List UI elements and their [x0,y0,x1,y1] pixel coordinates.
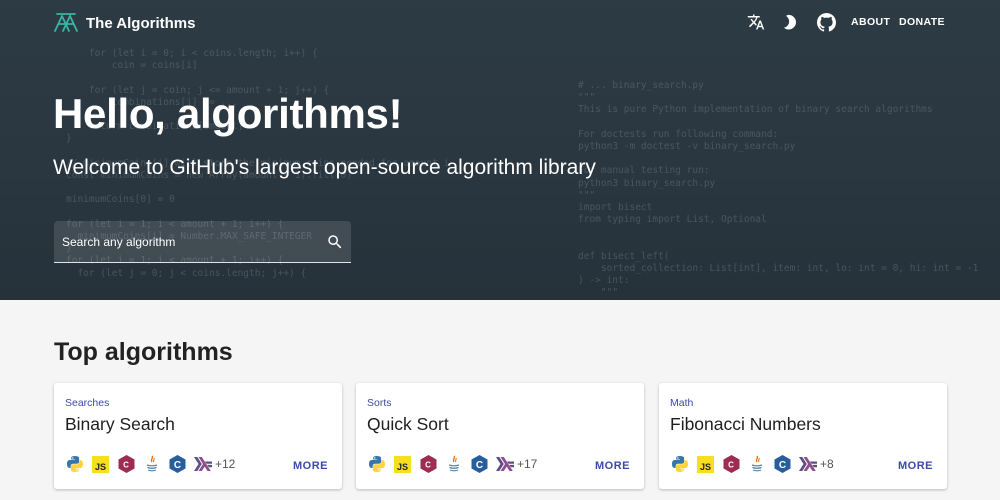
python-icon[interactable] [671,455,689,473]
algorithm-card-fibonacci[interactable]: Math Fibonacci Numbers JS C C +8 MORE [659,383,947,489]
brand-name[interactable]: The Algorithms [86,15,195,32]
svg-text:JS: JS [95,462,106,472]
more-button[interactable]: MORE [898,460,933,472]
nav-about[interactable]: ABOUT [851,16,890,28]
haskell-icon[interactable] [193,455,212,473]
svg-text:C: C [425,461,431,470]
java-icon[interactable] [445,455,463,473]
cplusplus-icon[interactable]: C [722,455,740,473]
svg-text:C: C [123,461,129,470]
python-icon[interactable] [368,455,386,473]
haskell-icon[interactable] [495,455,514,473]
language-more-count: +12 [215,457,236,471]
card-title[interactable]: Fibonacci Numbers [670,414,821,435]
language-list: JS C C +8 [671,454,834,474]
svg-text:JS: JS [700,462,711,472]
svg-text:C: C [728,461,734,470]
language-more-count: +8 [820,457,834,471]
hero-subtitle: Welcome to GitHub's largest open-source … [53,156,596,179]
more-button[interactable]: MORE [595,460,630,472]
java-icon[interactable] [748,455,766,473]
search-input[interactable] [62,233,312,251]
hero-section: for (let i = 0; i < coins.length; i++) {… [0,0,1000,300]
java-icon[interactable] [143,455,161,473]
github-icon[interactable] [816,12,836,32]
card-category[interactable]: Searches [65,397,109,409]
haskell-icon[interactable] [798,455,817,473]
more-button[interactable]: MORE [293,460,328,472]
javascript-icon[interactable]: JS [394,455,412,473]
card-category[interactable]: Math [670,397,693,409]
language-more-count: +17 [517,457,538,471]
card-category[interactable]: Sorts [367,397,392,409]
cplusplus-icon[interactable]: C [117,455,135,473]
svg-text:JS: JS [397,462,408,472]
svg-text:C: C [778,460,785,471]
the-algorithms-logo[interactable] [54,12,78,32]
c-icon[interactable]: C [773,455,791,473]
algorithm-card-quick-sort[interactable]: Sorts Quick Sort JS C C +17 MORE [356,383,644,489]
svg-text:C: C [475,460,482,471]
background-code-decoration-2: # ... binary_search.py """ This is pure … [578,80,979,299]
python-icon[interactable] [66,455,84,473]
language-list: JS C C +17 [368,454,537,474]
card-title[interactable]: Binary Search [65,414,175,435]
search-icon[interactable] [326,233,344,251]
search-box[interactable] [54,221,351,263]
javascript-icon[interactable]: JS [697,455,715,473]
top-algorithms-heading: Top algorithms [54,338,233,366]
top-app-bar: The Algorithms ABOUT DONATE [0,0,1000,46]
algorithm-card-binary-search[interactable]: Searches Binary Search JS C C +12 MORE [54,383,342,489]
c-icon[interactable]: C [470,455,488,473]
nav-donate[interactable]: DONATE [899,16,945,28]
language-list: JS C C +12 [66,454,235,474]
javascript-icon[interactable]: JS [92,455,110,473]
dark-mode-icon[interactable] [780,12,800,32]
hero-title: Hello, algorithms! [53,90,403,137]
c-icon[interactable]: C [168,455,186,473]
translate-icon[interactable] [746,12,766,32]
cplusplus-icon[interactable]: C [419,455,437,473]
card-title[interactable]: Quick Sort [367,414,449,435]
svg-text:C: C [173,460,180,471]
